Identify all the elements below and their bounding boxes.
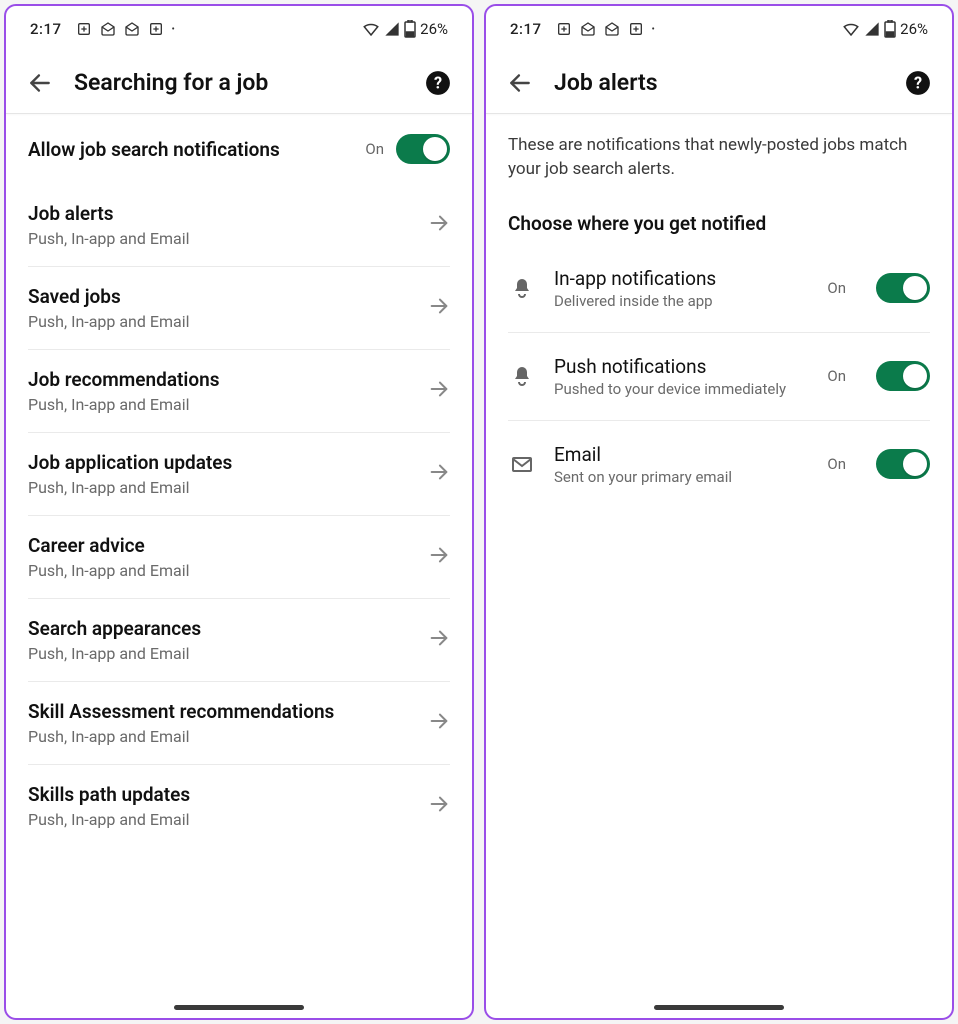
settings-row[interactable]: Skills path updates Push, In-app and Ema… xyxy=(6,765,472,847)
channel-title: In-app notifications xyxy=(554,267,809,290)
settings-row[interactable]: Search appearances Push, In-app and Emai… xyxy=(6,599,472,681)
wifi-icon xyxy=(842,20,860,38)
channel-subtitle: Pushed to your device immediately xyxy=(554,380,809,398)
intro-text: These are notifications that newly-poste… xyxy=(486,114,952,192)
settings-row[interactable]: Job recommendations Push, In-app and Ema… xyxy=(6,350,472,432)
status-more-dot: • xyxy=(652,24,655,35)
allow-notifications-row: Allow job search notifications On xyxy=(6,114,472,184)
row-title: Skills path updates xyxy=(28,783,428,806)
row-subtitle: Push, In-app and Email xyxy=(28,644,428,663)
status-app-icon xyxy=(556,21,572,37)
row-title: Job application updates xyxy=(28,451,428,474)
chevron-right-icon xyxy=(428,461,450,487)
bell-icon xyxy=(508,364,536,388)
status-app-icon-2 xyxy=(628,21,644,37)
channel-toggle[interactable] xyxy=(876,273,930,303)
row-subtitle: Push, In-app and Email xyxy=(28,478,428,497)
content: These are notifications that newly-poste… xyxy=(486,114,952,1018)
settings-row[interactable]: Job application updates Push, In-app and… xyxy=(6,433,472,515)
svg-text:?: ? xyxy=(914,73,922,92)
channel-subtitle: Sent on your primary email xyxy=(554,468,809,486)
app-bar: Job alerts ? xyxy=(486,52,952,114)
row-title: Saved jobs xyxy=(28,285,428,308)
channel-title: Push notifications xyxy=(554,355,809,378)
row-title: Job alerts xyxy=(28,202,428,225)
status-bar: 2:17 • 26% xyxy=(486,6,952,52)
page-title: Job alerts xyxy=(554,69,884,96)
notification-channel-row: Push notifications Pushed to your device… xyxy=(486,333,952,420)
signal-icon xyxy=(384,21,400,37)
channel-toggle[interactable] xyxy=(876,449,930,479)
page-title: Searching for a job xyxy=(74,69,404,96)
status-mail-icon-2 xyxy=(604,21,620,37)
content: Allow job search notifications On Job al… xyxy=(6,114,472,1018)
channel-subtitle: Delivered inside the app xyxy=(554,292,809,310)
allow-notifications-toggle[interactable] xyxy=(396,134,450,164)
notification-channel-row: Email Sent on your primary email On xyxy=(486,421,952,508)
status-mail-icon-2 xyxy=(124,21,140,37)
help-button[interactable]: ? xyxy=(422,67,454,99)
allow-notifications-label: Allow job search notifications xyxy=(28,138,365,161)
battery-percent: 26% xyxy=(420,20,448,38)
wifi-icon xyxy=(362,20,380,38)
bell-icon xyxy=(508,276,536,300)
notification-channel-row: In-app notifications Delivered inside th… xyxy=(486,245,952,332)
chevron-right-icon xyxy=(428,627,450,653)
row-subtitle: Push, In-app and Email xyxy=(28,561,428,580)
channel-title: Email xyxy=(554,443,809,466)
channel-state: On xyxy=(827,279,846,297)
chevron-right-icon xyxy=(428,793,450,819)
settings-row[interactable]: Saved jobs Push, In-app and Email xyxy=(6,267,472,349)
channel-state: On xyxy=(827,367,846,385)
home-indicator[interactable] xyxy=(174,1005,304,1010)
status-app-icon xyxy=(76,21,92,37)
row-subtitle: Push, In-app and Email xyxy=(28,312,428,331)
status-mail-icon xyxy=(100,21,116,37)
row-subtitle: Push, In-app and Email xyxy=(28,229,428,248)
status-more-dot: • xyxy=(172,24,175,35)
chevron-right-icon xyxy=(428,295,450,321)
row-title: Career advice xyxy=(28,534,428,557)
settings-row[interactable]: Job alerts Push, In-app and Email xyxy=(6,184,472,266)
row-title: Job recommendations xyxy=(28,368,428,391)
battery-icon xyxy=(884,20,896,38)
settings-row[interactable]: Skill Assessment recommendations Push, I… xyxy=(6,682,472,764)
battery-percent: 26% xyxy=(900,20,928,38)
status-app-icon-2 xyxy=(148,21,164,37)
chevron-right-icon xyxy=(428,212,450,238)
mail-icon xyxy=(508,452,536,476)
home-indicator[interactable] xyxy=(654,1005,784,1010)
screen-searching-for-a-job: 2:17 • 26% Searching for a job ? Allow j… xyxy=(4,4,474,1020)
status-bar: 2:17 • 26% xyxy=(6,6,472,52)
status-time: 2:17 xyxy=(510,20,542,38)
row-title: Search appearances xyxy=(28,617,428,640)
status-time: 2:17 xyxy=(30,20,62,38)
allow-notifications-state: On xyxy=(365,140,384,158)
battery-icon xyxy=(404,20,416,38)
back-button[interactable] xyxy=(504,67,536,99)
chevron-right-icon xyxy=(428,544,450,570)
row-subtitle: Push, In-app and Email xyxy=(28,727,428,746)
screen-job-alerts: 2:17 • 26% Job alerts ? These are notifi… xyxy=(484,4,954,1020)
app-bar: Searching for a job ? xyxy=(6,52,472,114)
svg-text:?: ? xyxy=(434,73,442,92)
row-subtitle: Push, In-app and Email xyxy=(28,810,428,829)
row-title: Skill Assessment recommendations xyxy=(28,700,428,723)
chevron-right-icon xyxy=(428,710,450,736)
row-subtitle: Push, In-app and Email xyxy=(28,395,428,414)
help-button[interactable]: ? xyxy=(902,67,934,99)
channel-state: On xyxy=(827,455,846,473)
settings-row[interactable]: Career advice Push, In-app and Email xyxy=(6,516,472,598)
section-header: Choose where you get notified xyxy=(486,192,952,245)
chevron-right-icon xyxy=(428,378,450,404)
status-mail-icon xyxy=(580,21,596,37)
back-button[interactable] xyxy=(24,67,56,99)
channel-toggle[interactable] xyxy=(876,361,930,391)
signal-icon xyxy=(864,21,880,37)
